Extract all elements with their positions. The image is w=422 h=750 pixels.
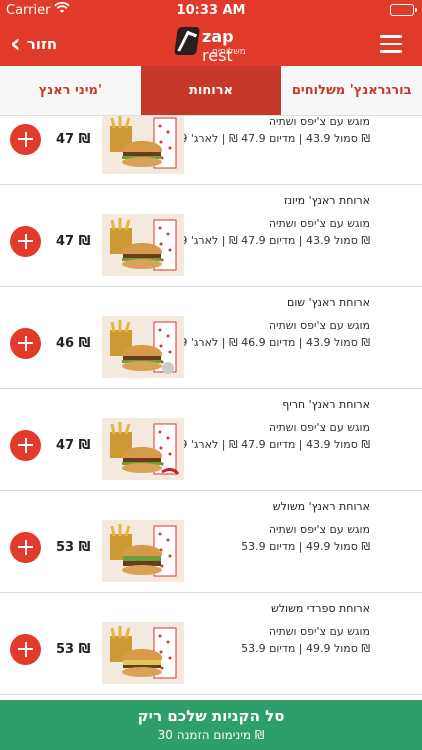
battery-icon <box>390 4 417 16</box>
add-to-cart-plus-icon[interactable] <box>10 634 41 665</box>
menu-item-row[interactable]: ארוחת ראנץ' שום מוגש עם צ'יפס ושתיה ₪ סמ… <box>0 288 422 389</box>
logo-badge-icon <box>174 27 200 55</box>
meal-image <box>102 214 184 276</box>
item-description: מוגש עם צ'יפס ושתיה <box>268 319 370 332</box>
item-description: מוגש עם צ'יפס ושתיה <box>268 421 370 434</box>
item-price: 47 ₪ <box>56 234 91 249</box>
meal-image <box>102 520 184 582</box>
item-description: מוגש עם צ'יפס ושתיה <box>268 523 370 536</box>
add-to-cart-plus-icon[interactable] <box>10 328 41 359</box>
app-header: Carrier 10:33 AM ‹ חזור zap rest משלוחים <box>0 0 422 66</box>
logo-text: zap rest <box>202 27 234 65</box>
back-label: חזור <box>26 35 58 53</box>
item-title: ארוחת ראנץ' מיונז <box>283 194 370 207</box>
meal-image <box>102 418 184 480</box>
category-tabs: מיני ראנץ' ארוחות בורגראנץ' משלוחים <box>0 66 422 116</box>
hamburger-menu-icon[interactable] <box>380 35 402 53</box>
item-price: 53 ₪ <box>56 642 91 657</box>
item-prices: ₪ סמול 43.9 | מדיום 47.9 ₪ | לארג' 51.9 <box>163 438 370 451</box>
status-bar: Carrier 10:33 AM <box>0 0 422 22</box>
item-price: 53 ₪ <box>56 540 91 555</box>
tab-burger-ranch-delivery[interactable]: בורגראנץ' משלוחים <box>281 66 422 115</box>
item-prices: ₪ סמול 43.9 | מדיום 47.9 ₪ | לארג' 51.9 <box>163 234 370 247</box>
item-prices: ₪ סמול 43.9 | מדיום 47.9 ₪ | לארג' 51.9 <box>163 132 370 145</box>
meal-image <box>102 316 184 378</box>
item-title: ארוחת ראנץ' משולש <box>272 500 370 513</box>
chevron-left-icon: ‹ <box>10 29 21 59</box>
menu-item-row[interactable]: מוגש עם צ'יפס ושתיה ₪ סמול 43.9 | מדיום … <box>0 116 422 185</box>
status-time: 10:33 AM <box>176 3 246 18</box>
add-to-cart-plus-icon[interactable] <box>10 124 41 155</box>
meal-image <box>102 622 184 684</box>
cart-bar-button[interactable]: סל הקניות שלכם ריק מינימום הזמנה 30 ₪ <box>0 700 422 750</box>
back-button[interactable]: ‹ חזור <box>10 30 57 58</box>
item-price: 47 ₪ <box>56 438 91 453</box>
menu-item-row[interactable]: ארוחת ספרדי משולש מוגש עם צ'יפס ושתיה ₪ … <box>0 594 422 695</box>
menu-item-row[interactable]: ארוחת ראנץ' חריף מוגש עם צ'יפס ושתיה ₪ ס… <box>0 390 422 491</box>
item-price: 46 ₪ <box>56 336 91 351</box>
item-prices: ₪ סמול 49.9 | מדיום 53.9 <box>241 540 370 553</box>
item-title: ארוחת ראנץ' שום <box>287 296 370 309</box>
item-title: ארוחת ספרדי משולש <box>271 602 370 615</box>
menu-item-row[interactable]: ארוחת ראנץ' מיונז מוגש עם צ'יפס ושתיה ₪ … <box>0 186 422 287</box>
item-prices: ₪ סמול 49.9 | מדיום 53.9 <box>241 642 370 655</box>
item-price: 47 ₪ <box>56 132 91 147</box>
item-prices: ₪ סמול 43.9 | מדיום 46.9 ₪ | לארג' 50.9 <box>163 336 370 349</box>
tab-meals[interactable]: ארוחות <box>140 66 282 115</box>
item-description: מוגש עם צ'יפס ושתיה <box>268 625 370 638</box>
menu-item-row[interactable]: ארוחת ראנץ' משולש מוגש עם צ'יפס ושתיה ₪ … <box>0 492 422 593</box>
tab-mini-ranch[interactable]: מיני ראנץ' <box>0 66 141 115</box>
item-description: מוגש עם צ'יפס ושתיה <box>268 217 370 230</box>
app-logo: zap rest משלוחים <box>174 26 258 65</box>
logo-subtitle: משלוחים <box>212 47 246 57</box>
minimum-order: מינימום הזמנה 30 ₪ <box>157 728 265 742</box>
add-to-cart-plus-icon[interactable] <box>10 532 41 563</box>
meal-image <box>102 116 184 174</box>
menu-item-list[interactable]: מוגש עם צ'יפס ושתיה ₪ סמול 43.9 | מדיום … <box>0 116 422 700</box>
item-title: ארוחת ראנץ' חריף <box>282 398 370 411</box>
add-to-cart-plus-icon[interactable] <box>10 226 41 257</box>
add-to-cart-plus-icon[interactable] <box>10 430 41 461</box>
item-description: מוגש עם צ'יפס ושתיה <box>268 116 370 128</box>
cart-status: סל הקניות שלכם ריק <box>137 707 285 725</box>
